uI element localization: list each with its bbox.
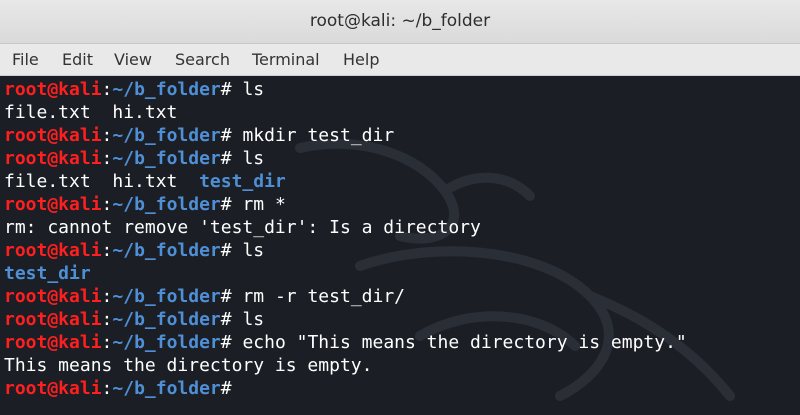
menu-bar: File Edit View Search Terminal Help <box>0 44 800 76</box>
directory-name: test_dir <box>4 263 91 284</box>
command-text: ls <box>231 240 265 261</box>
command-text: echo "This means the directory is empty.… <box>231 332 687 353</box>
prompt-path: ~/b_folder <box>112 148 221 169</box>
output-line: rm: cannot remove 'test_dir': Is a direc… <box>4 216 687 239</box>
menu-search[interactable]: Search <box>175 50 230 69</box>
command-text: mkdir test_dir <box>231 125 395 146</box>
prompt-hash: # <box>220 194 232 215</box>
prompt-hash: # <box>220 79 232 100</box>
prompt-path: ~/b_folder <box>112 79 221 100</box>
menu-edit[interactable]: Edit <box>62 50 93 69</box>
prompt-line: root@kali:~/b_folder# mkdir test_dir <box>4 124 687 147</box>
prompt-colon: : <box>101 125 113 146</box>
prompt-line: root@kali:~/b_folder# ls <box>4 239 687 262</box>
prompt-colon: : <box>101 332 113 353</box>
prompt-path: ~/b_folder <box>112 332 221 353</box>
prompt-user-host: root@kali <box>4 378 102 399</box>
prompt-hash: # <box>220 148 232 169</box>
window-title: root@kali: ~/b_folder <box>309 11 491 31</box>
prompt-user-host: root@kali <box>4 79 102 100</box>
prompt-path: ~/b_folder <box>112 378 221 399</box>
command-text: rm * <box>231 194 286 215</box>
prompt-path: ~/b_folder <box>112 309 221 330</box>
prompt-hash: # <box>220 125 232 146</box>
prompt-hash: # <box>220 332 232 353</box>
prompt-hash: # <box>220 378 232 399</box>
command-text: ls <box>231 148 265 169</box>
terminal-area[interactable]: root@kali:~/b_folder# ls file.txt hi.txt r… <box>0 76 800 415</box>
prompt-line: root@kali:~/b_folder# ls <box>4 147 687 170</box>
output-line: This means the directory is empty. <box>4 354 687 377</box>
prompt-user-host: root@kali <box>4 194 102 215</box>
menu-help[interactable]: Help <box>343 50 379 69</box>
prompt-line: root@kali:~/b_folder# <box>4 377 687 400</box>
prompt-user-host: root@kali <box>4 240 102 261</box>
title-bar[interactable]: root@kali: ~/b_folder <box>0 0 800 44</box>
output-line: file.txt hi.txt <box>4 101 687 124</box>
prompt-colon: : <box>101 240 113 261</box>
output-line: file.txt hi.txt test_dir <box>4 170 687 193</box>
menu-terminal[interactable]: Terminal <box>252 50 320 69</box>
prompt-colon: : <box>101 194 113 215</box>
command-text: rm -r test_dir/ <box>231 286 405 307</box>
prompt-user-host: root@kali <box>4 309 102 330</box>
prompt-line: root@kali:~/b_folder# rm -r test_dir/ <box>4 285 687 308</box>
command-text: ls <box>231 79 265 100</box>
terminal-window: root@kali: ~/b_folder File Edit View Sea… <box>0 0 800 415</box>
prompt-hash: # <box>220 240 232 261</box>
prompt-line: root@kali:~/b_folder# ls <box>4 308 687 331</box>
terminal-output: root@kali:~/b_folder# ls file.txt hi.txt r… <box>4 78 687 400</box>
output-text: rm: cannot remove 'test_dir': Is a direc… <box>4 217 481 238</box>
output-text: file.txt hi.txt <box>4 171 200 192</box>
output-line: test_dir <box>4 262 687 285</box>
menu-file[interactable]: File <box>12 50 39 69</box>
prompt-colon: : <box>101 79 113 100</box>
prompt-line: root@kali:~/b_folder# echo "This means t… <box>4 331 687 354</box>
prompt-colon: : <box>101 286 113 307</box>
prompt-line: root@kali:~/b_folder# rm * <box>4 193 687 216</box>
prompt-user-host: root@kali <box>4 125 102 146</box>
prompt-hash: # <box>220 286 232 307</box>
prompt-line: root@kali:~/b_folder# ls <box>4 78 687 101</box>
prompt-user-host: root@kali <box>4 286 102 307</box>
menu-view[interactable]: View <box>114 50 152 69</box>
command-text: ls <box>231 309 265 330</box>
prompt-path: ~/b_folder <box>112 125 221 146</box>
prompt-colon: : <box>101 309 113 330</box>
prompt-colon: : <box>101 148 113 169</box>
prompt-hash: # <box>220 309 232 330</box>
prompt-colon: : <box>101 378 113 399</box>
prompt-user-host: root@kali <box>4 148 102 169</box>
output-text: file.txt hi.txt <box>4 102 178 123</box>
prompt-path: ~/b_folder <box>112 194 221 215</box>
prompt-path: ~/b_folder <box>112 286 221 307</box>
directory-name: test_dir <box>199 171 286 192</box>
prompt-path: ~/b_folder <box>112 240 221 261</box>
output-text: This means the directory is empty. <box>4 355 373 376</box>
prompt-user-host: root@kali <box>4 332 102 353</box>
